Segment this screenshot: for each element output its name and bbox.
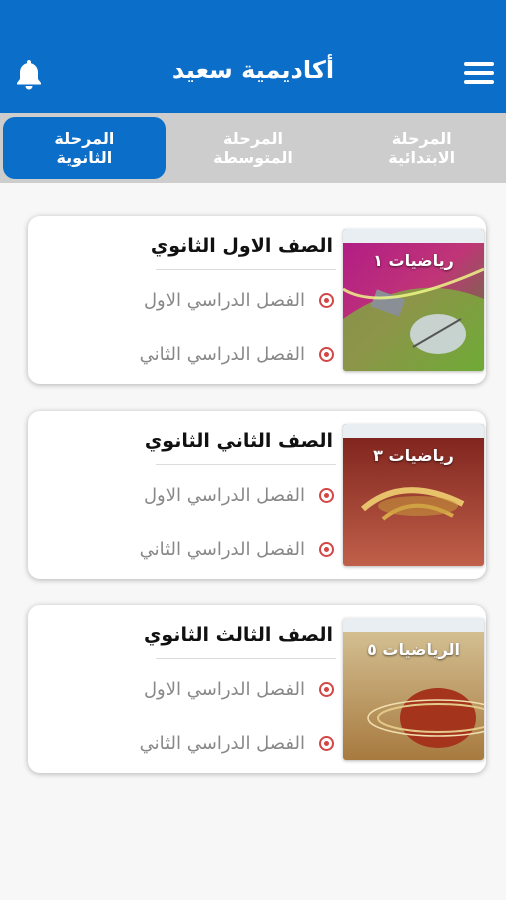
grade-title: الصف الثالث الثانوي (143, 624, 333, 646)
term-label: الفصل الدراسي الثاني (139, 733, 305, 754)
term-option-second[interactable]: الفصل الدراسي الثاني (140, 733, 334, 754)
term-option-first[interactable]: الفصل الدراسي الاول (144, 679, 334, 700)
grade-card-1[interactable]: رياضيات ١ الصف الاول الثانوي الفصل الدرا… (28, 216, 486, 384)
app-header: أكاديمية سعيد (0, 0, 506, 113)
term-label: الفصل الدراسي الاول (143, 679, 305, 700)
divider (156, 464, 336, 465)
radio-dot-icon (319, 293, 334, 308)
tab-secondary[interactable]: المرحلة الثانوية (0, 113, 169, 183)
term-option-second[interactable]: الفصل الدراسي الثاني (140, 344, 334, 365)
term-option-first[interactable]: الفصل الدراسي الاول (144, 290, 334, 311)
term-label: الفصل الدراسي الاول (143, 485, 305, 506)
radio-dot-icon (319, 347, 334, 362)
grade-title: الصف الاول الثانوي (150, 235, 333, 257)
tab-label: المرحلة المتوسطة (213, 129, 293, 167)
grade-card-2[interactable]: رياضيات ٣ الصف الثاني الثانوي الفصل الدر… (28, 411, 486, 579)
grade-title: الصف الثاني الثانوي (144, 430, 333, 452)
radio-dot-icon (319, 736, 334, 751)
term-label: الفصل الدراسي الثاني (139, 344, 305, 365)
stage-tabs: المرحلة الثانوية المرحلة المتوسطة المرحل… (0, 113, 506, 183)
tab-label: المرحلة الثانوية (54, 129, 115, 167)
radio-dot-icon (319, 542, 334, 557)
radio-dot-icon (319, 682, 334, 697)
tab-label: المرحلة الابتدائية (388, 129, 456, 167)
book-cover-title: رياضيات ١ (373, 251, 454, 270)
radio-dot-icon (319, 488, 334, 503)
term-option-second[interactable]: الفصل الدراسي الثاني (140, 539, 334, 560)
grade-card-3[interactable]: الرياضيات ٥ الصف الثالث الثانوي الفصل ال… (28, 605, 486, 773)
book-cover-math-5: الرياضيات ٥ (343, 618, 484, 760)
term-label: الفصل الدراسي الثاني (139, 539, 305, 560)
tab-elementary[interactable]: المرحلة الابتدائية (337, 113, 506, 183)
divider (156, 269, 336, 270)
page-title: أكاديمية سعيد (171, 56, 335, 84)
book-cover-math-3: رياضيات ٣ (343, 424, 484, 566)
book-cover-math-1: رياضيات ١ (343, 229, 484, 371)
book-cover-title: الرياضيات ٥ (367, 640, 460, 659)
book-cover-title: رياضيات ٣ (373, 446, 454, 465)
term-option-first[interactable]: الفصل الدراسي الاول (144, 485, 334, 506)
term-label: الفصل الدراسي الاول (143, 290, 305, 311)
divider (156, 658, 336, 659)
hamburger-menu-icon[interactable] (464, 62, 494, 86)
tab-intermediate[interactable]: المرحلة المتوسطة (169, 113, 338, 183)
